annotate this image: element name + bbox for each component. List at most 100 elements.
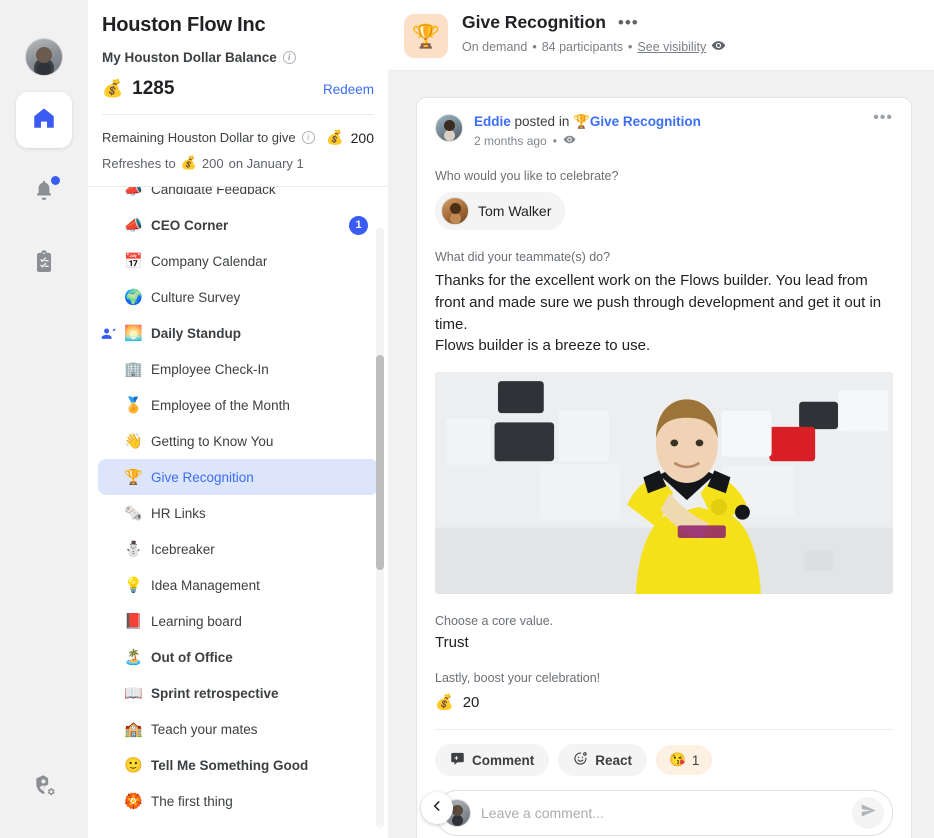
meta-separator: • — [532, 40, 537, 54]
kiss-emoji-icon: 😘 — [669, 752, 686, 767]
sidebar-item-icebreaker[interactable]: ⛄ Icebreaker — [98, 531, 378, 567]
flow-menu-button[interactable]: ••• — [618, 14, 639, 31]
comment-composer[interactable] — [435, 790, 893, 836]
flow-emoji-icon: 🏅 — [124, 396, 143, 414]
sidebar-item-label: Sprint retrospective — [151, 685, 279, 701]
celebrated-person-chip[interactable]: Tom Walker — [435, 192, 566, 230]
celebrated-person-name: Tom Walker — [478, 203, 552, 219]
redeem-button[interactable]: Redeem — [323, 82, 374, 97]
unread-badge: 1 — [349, 215, 368, 235]
info-icon[interactable]: i — [282, 51, 296, 64]
sidebar-item-learning-board[interactable]: 📕 Learning board — [98, 603, 378, 639]
notification-dot — [51, 176, 60, 185]
refresh-suffix: on January 1 — [228, 155, 304, 171]
flow-emoji-icon: 📣 — [124, 186, 143, 198]
sidebar-flow-list: 📣 Candidate Feedback 📣 CEO Corner 1 📅 Company … — [88, 186, 388, 838]
participants-count: 84 participants — [541, 40, 624, 54]
post-flow-link[interactable]: Give Recognition — [590, 114, 701, 129]
react-button-label: React — [595, 752, 633, 768]
avatar — [441, 197, 469, 225]
sidebar-item-daily-standup[interactable]: 🌅 Daily Standup — [98, 315, 378, 351]
comment-button[interactable]: Comment — [435, 744, 550, 776]
sidebar-item-label: Daily Standup — [151, 325, 242, 341]
posted-in-text: posted in — [514, 114, 570, 129]
user-settings-icon — [32, 773, 57, 803]
info-icon[interactable]: i — [301, 131, 315, 144]
question-label-core-value: Choose a core value. — [435, 614, 554, 628]
see-visibility-link[interactable]: See visibility — [637, 40, 706, 54]
sidebar-item-ceo-corner[interactable]: 📣 CEO Corner 1 — [98, 207, 378, 243]
flow-emoji-icon: 🏫 — [124, 720, 143, 738]
post-meta: Eddie posted in 🏆Give Recognition 2 mont… — [474, 114, 862, 149]
flow-emoji-icon: 💡 — [124, 576, 143, 594]
sidebar-item-give-recognition[interactable]: 🏆 Give Recognition — [98, 459, 378, 495]
sidebar-item-company-calendar[interactable]: 📅 Company Calendar — [98, 243, 378, 279]
rail-item-tasks[interactable] — [16, 236, 72, 292]
sidebar-item-culture-survey[interactable]: 🌍 Culture Survey — [98, 279, 378, 315]
user-avatar[interactable] — [25, 38, 63, 76]
sidebar-item-employee-of-the-month[interactable]: 🏅 Employee of the Month — [98, 387, 378, 423]
post-body-paragraph-2: Flows builder is a breeze to use. — [435, 337, 651, 355]
sidebar-item-the-first-thing[interactable]: 🏵️ The first thing — [98, 783, 378, 819]
eye-icon[interactable] — [563, 133, 576, 149]
page-title: Give Recognition — [462, 12, 606, 32]
flow-emoji-icon: 🌍 — [124, 288, 143, 306]
flow-emoji-icon: 🏆 — [124, 468, 143, 486]
sidebar-item-candidate-feedback[interactable]: 📣 Candidate Feedback — [98, 186, 378, 207]
sidebar-item-getting-to-know-you[interactable]: 👋 Getting to Know You — [98, 423, 378, 459]
sidebar: Houston Flow Inc My Houston Dollar Balan… — [88, 0, 453, 838]
sidebar-item-out-of-office[interactable]: 🏝️ Out of Office — [98, 639, 378, 675]
avatar[interactable] — [435, 114, 463, 142]
sidebar-item-tell-me-something-good[interactable]: 🙂 Tell Me Something Good — [98, 747, 378, 783]
rail-item-notifications[interactable] — [16, 164, 72, 220]
sidebar-item-sprint-retrospective[interactable]: 📖 Sprint retrospective — [98, 675, 378, 711]
home-icon — [31, 105, 57, 136]
post-author[interactable]: Eddie — [474, 114, 511, 129]
rail-item-home[interactable] — [16, 92, 72, 148]
reaction-pill[interactable]: 😘 1 — [656, 745, 713, 775]
flow-emoji-icon: ⛄ — [124, 540, 143, 558]
emoji-react-icon — [573, 751, 588, 769]
flow-emoji-icon: 🏵️ — [124, 792, 143, 810]
rail-item-admin-settings[interactable] — [16, 760, 72, 816]
comment-input[interactable] — [481, 805, 842, 821]
sidebar-item-teach-your-mates[interactable]: 🏫 Teach your mates — [98, 711, 378, 747]
app-root: Houston Flow Inc My Houston Dollar Balan… — [0, 0, 934, 838]
sidebar-scrollbar-thumb[interactable] — [376, 355, 384, 570]
refresh-row: Refreshes to 💰 200 on January 1 — [102, 146, 374, 185]
flow-emoji-icon: 🏢 — [124, 360, 143, 378]
flow-emoji-icon: 📖 — [124, 684, 143, 702]
collapse-sidebar-button[interactable] — [421, 792, 453, 824]
post-actions: Comment React 😘 1 — [435, 729, 893, 776]
flow-header: 🏆 Give Recognition ••• On demand • 84 pa… — [388, 0, 934, 71]
balance-row: 💰 1285 Redeem — [102, 78, 374, 114]
flow-trophy-icon: 🏆 — [573, 114, 590, 129]
sidebar-item-label: CEO Corner — [151, 217, 229, 233]
main-content: 🏆 Give Recognition ••• On demand • 84 pa… — [388, 0, 934, 838]
meta-separator: • — [552, 134, 557, 148]
sidebar-item-employee-check-in[interactable]: 🏢 Employee Check-In — [98, 351, 378, 387]
flow-emoji-icon: 🗞️ — [124, 504, 143, 522]
sidebar-item-label: Idea Management — [151, 577, 260, 593]
post-menu-button[interactable]: ••• — [873, 110, 893, 126]
post-card: Eddie posted in 🏆Give Recognition 2 mont… — [416, 97, 912, 838]
money-bag-icon: 💰 — [180, 155, 197, 170]
flow-emoji-icon: 📣 — [124, 216, 143, 234]
sidebar-item-label: HR Links — [151, 505, 206, 521]
post-image[interactable] — [435, 372, 893, 594]
flow-title-row: Give Recognition ••• — [462, 12, 726, 33]
react-button[interactable]: React — [558, 744, 648, 776]
org-title: Houston Flow Inc — [102, 14, 266, 36]
balance-label-row: My Houston Dollar Balance i — [102, 50, 374, 65]
flow-emoji-icon: 🌅 — [124, 324, 143, 342]
flow-type: On demand — [462, 40, 528, 54]
send-comment-button[interactable] — [852, 797, 884, 829]
post-header: Eddie posted in 🏆Give Recognition 2 mont… — [435, 110, 893, 149]
sidebar-flow-list-inner: 📣 Candidate Feedback 📣 CEO Corner 1 📅 Company … — [98, 186, 378, 819]
sidebar-item-hr-links[interactable]: 🗞️ HR Links — [98, 495, 378, 531]
eye-icon[interactable] — [711, 38, 726, 56]
post-timestamp-row: 2 months ago • — [474, 133, 862, 149]
flow-emoji-icon: 🙂 — [124, 756, 143, 774]
sidebar-item-idea-management[interactable]: 💡 Idea Management — [98, 567, 378, 603]
boost-value: 20 — [462, 693, 480, 711]
